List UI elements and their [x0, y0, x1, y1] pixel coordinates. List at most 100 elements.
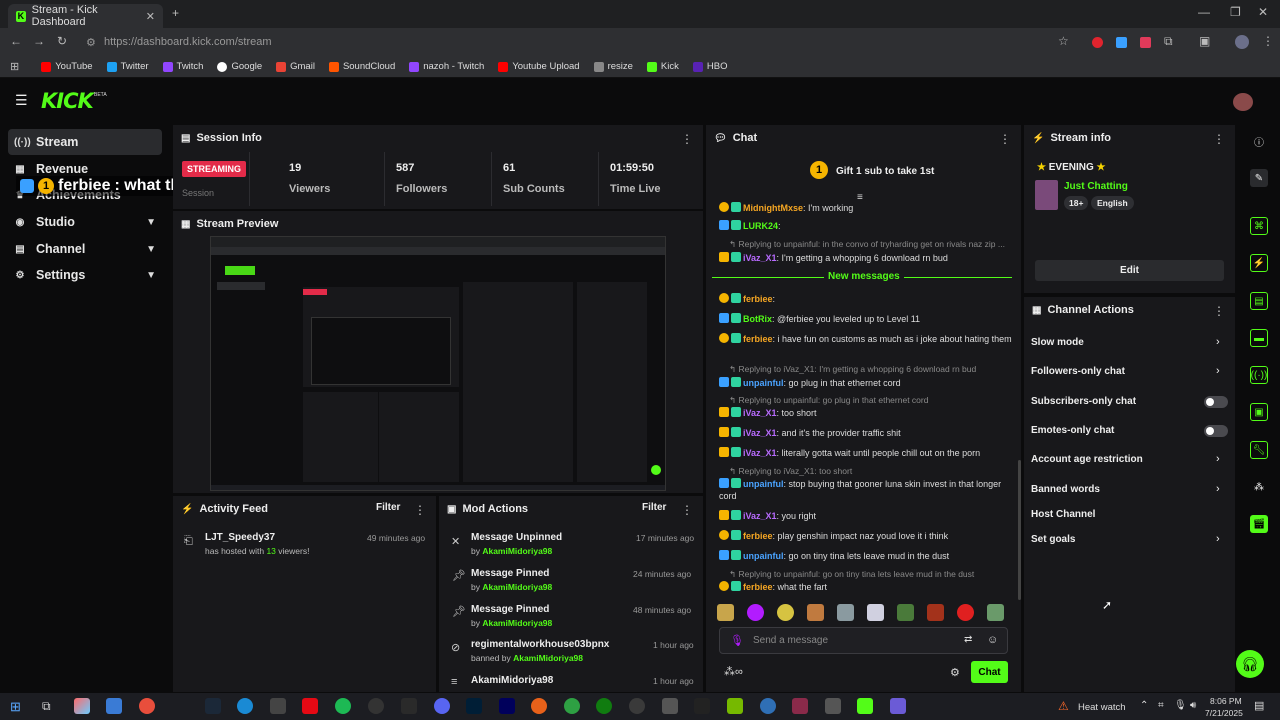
points-icon[interactable]: ⁂∞	[724, 665, 743, 678]
premiere-icon[interactable]	[499, 698, 515, 714]
app-icon[interactable]	[531, 698, 547, 714]
chat-settings-icon[interactable]: ⚙	[950, 666, 960, 679]
chat-username[interactable]: unpainful	[743, 551, 784, 561]
xbox-icon[interactable]	[596, 698, 612, 714]
chat-message[interactable]: iVaz_X1: and it's the provider traffic s…	[719, 427, 1014, 439]
kebab-menu-icon[interactable]: ⋮	[999, 132, 1011, 146]
chrome-icon[interactable]	[139, 698, 155, 714]
extensions-puzzle-icon[interactable]: ⧉	[1164, 34, 1173, 49]
pinned-message[interactable]: Gift 1 sub to take 1st	[836, 166, 934, 177]
capcut-icon[interactable]	[694, 698, 710, 714]
chat-scrollbar[interactable]	[1018, 460, 1021, 600]
task-view-icon[interactable]: ⧉	[42, 699, 51, 714]
bookmark-twitch[interactable]: Twitch	[157, 57, 210, 77]
mod-user[interactable]: AkamiMidoriya98	[482, 582, 552, 592]
browser-tab[interactable]: K Stream - Kick Dashboard ✕	[8, 4, 163, 28]
edge-icon[interactable]	[237, 698, 253, 714]
extension-icon[interactable]	[1116, 37, 1127, 48]
file-explorer-icon[interactable]	[106, 698, 122, 714]
chat-input[interactable]: 🎙︎ Send a message ⇄ ☺	[719, 627, 1008, 654]
chat-username[interactable]: iVaz_X1	[743, 448, 777, 458]
minimize-icon[interactable]: —	[1198, 5, 1210, 19]
profile-avatar[interactable]	[1235, 35, 1249, 49]
kebab-menu-icon[interactable]: ⋮	[681, 132, 693, 146]
chat-username[interactable]: BotRix	[743, 314, 772, 324]
bookmark-youtube-upload[interactable]: Youtube Upload	[492, 57, 585, 77]
app-icon[interactable]	[825, 698, 841, 714]
photoshop-icon[interactable]	[466, 698, 482, 714]
emote-icon[interactable]	[867, 604, 884, 621]
maximize-icon[interactable]: ❐	[1230, 5, 1241, 19]
kebab-menu-icon[interactable]: ⋮	[681, 503, 693, 517]
sidebar-item-stream[interactable]: ((·)) Stream	[8, 129, 162, 155]
notifications-icon[interactable]: ▤	[1254, 699, 1264, 712]
account-age-option[interactable]: Account age restriction	[1031, 454, 1143, 465]
chat-message[interactable]: iVaz_X1: too short	[719, 407, 1014, 419]
mod-user[interactable]: AkamiMidoriya98	[482, 618, 552, 628]
emoji-icon[interactable]: ☺	[987, 634, 998, 646]
microphone-icon[interactable]: 🎙︎	[1174, 700, 1187, 711]
chevron-right-icon[interactable]: ›	[1216, 336, 1220, 348]
netflix-icon[interactable]	[302, 698, 318, 714]
app-icon[interactable]	[564, 698, 580, 714]
chat-message[interactable]: iVaz_X1: literally gotta wait until peop…	[719, 447, 1014, 459]
clock-time[interactable]: 8:06 PM	[1210, 696, 1242, 706]
bookmark-star-icon[interactable]: ☆	[1058, 34, 1069, 48]
broadcast-icon[interactable]: ((·))	[1250, 366, 1268, 384]
discord-icon[interactable]	[434, 698, 450, 714]
host-channel-option[interactable]: Host Channel	[1031, 509, 1095, 520]
emote-icon[interactable]	[717, 604, 734, 621]
chat-message[interactable]: BotRix: @ferbiee you leveled up to Level…	[719, 313, 1014, 325]
lightning-icon[interactable]: ⚡	[1250, 254, 1268, 272]
chat-username[interactable]: unpainful	[743, 378, 784, 388]
bookmark-nazoh-twitch[interactable]: nazoh - Twitch	[403, 57, 490, 77]
chat-message[interactable]: LURK24:	[719, 220, 1014, 232]
set-goals-option[interactable]: Set goals	[1031, 534, 1075, 545]
document-icon[interactable]: ▤	[1250, 292, 1268, 310]
emote-icon[interactable]	[957, 604, 974, 621]
mod-user[interactable]: AkamiMidoriya98	[513, 653, 583, 663]
hamburger-menu-icon[interactable]: ☰	[15, 92, 28, 109]
kebab-menu-icon[interactable]: ⋮	[414, 503, 426, 517]
user-avatar[interactable]	[1233, 93, 1253, 111]
raid-icon[interactable]: ⁂	[1250, 478, 1268, 496]
chat-username[interactable]: MidnightMxse	[743, 203, 803, 213]
chat-message[interactable]: ferbiee:	[719, 293, 1014, 305]
info-icon[interactable]: ⓘ	[1250, 132, 1268, 150]
chat-username[interactable]: unpainful	[743, 479, 784, 489]
nvidia-icon[interactable]	[727, 698, 743, 714]
clip-icon[interactable]: 🎬︎	[1250, 515, 1268, 533]
chevron-right-icon[interactable]: ›	[1216, 533, 1220, 545]
clock-date[interactable]: 7/21/2025	[1205, 708, 1243, 718]
emote-icon[interactable]	[987, 604, 1004, 621]
chat-username[interactable]: LURK24	[743, 221, 778, 231]
send-chat-button[interactable]: Chat	[971, 661, 1008, 683]
filter-button[interactable]: Filter	[642, 502, 666, 513]
chat-bubble-icon[interactable]: ▬	[1250, 329, 1268, 347]
app-icon[interactable]	[368, 698, 384, 714]
chat-username[interactable]: iVaz_X1	[743, 408, 777, 418]
chevron-right-icon[interactable]: ›	[1216, 483, 1220, 495]
emote-icon[interactable]	[777, 604, 794, 621]
reload-icon[interactable]: ↻	[57, 34, 67, 48]
activity-user[interactable]: LJT_Speedy37	[205, 532, 275, 543]
extension-icon[interactable]	[1140, 37, 1151, 48]
stream-preview-video[interactable]	[210, 236, 666, 491]
chat-username[interactable]: ferbiee	[743, 294, 773, 304]
translate-icon[interactable]: ⇄	[964, 634, 972, 645]
epic-games-icon[interactable]	[401, 698, 417, 714]
chat-message[interactable]: unpainful: go plug in that ethernet cord	[719, 377, 1014, 389]
chat-username[interactable]: ferbiee	[743, 334, 773, 344]
slow-mode-option[interactable]: Slow mode	[1031, 337, 1084, 348]
copilot-icon[interactable]	[74, 698, 90, 714]
chat-username[interactable]: ferbiee	[743, 582, 773, 592]
chat-message[interactable]: unpainful: stop buying that gooner luna …	[719, 478, 1014, 502]
chat-username[interactable]: iVaz_X1	[743, 428, 777, 438]
close-tab-icon[interactable]: ✕	[146, 10, 155, 23]
chevron-right-icon[interactable]: ›	[1216, 453, 1220, 465]
bookmark-soundcloud[interactable]: SoundCloud	[323, 57, 401, 77]
emotes-only-toggle[interactable]	[1204, 425, 1228, 437]
tray-chevron-icon[interactable]: ⌃	[1140, 700, 1148, 711]
forward-icon[interactable]: →	[33, 34, 45, 48]
steam-icon[interactable]	[205, 698, 221, 714]
